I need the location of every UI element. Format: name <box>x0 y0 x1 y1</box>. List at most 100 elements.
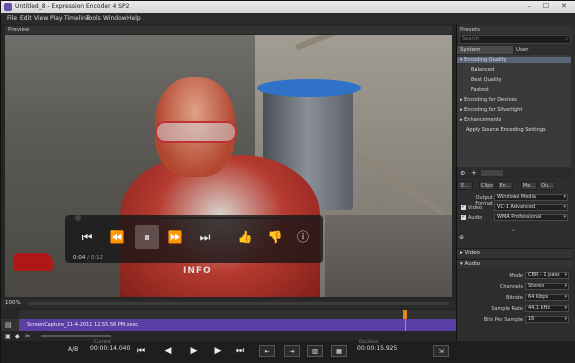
minimize-button[interactable]: – <box>521 2 537 11</box>
chevron-down-icon: ▾ <box>564 305 567 311</box>
menu-window[interactable]: Window <box>103 15 127 22</box>
tab-encode[interactable]: E... <box>457 181 473 190</box>
zoom-scrollbar[interactable] <box>29 302 449 305</box>
tree-item-silverlight[interactable]: ▸ Encoding for Silverlight <box>460 107 522 113</box>
menu-view[interactable]: View <box>34 15 48 22</box>
window-title: Untitled_8 - Expression Encoder 4 SP2 <box>15 3 130 10</box>
skip-start-icon[interactable]: ⏮ <box>75 225 99 249</box>
tree-item-best-quality[interactable]: Best Quality <box>471 77 502 83</box>
thumbs-up-icon[interactable]: 👍 <box>233 225 257 249</box>
thumbs-down-icon[interactable]: 👎 <box>263 225 287 249</box>
output-format-select[interactable]: Windows Media ▾ <box>494 194 568 201</box>
split-view-icon[interactable]: ▥ <box>307 345 323 357</box>
ab-toggle[interactable]: A/B <box>68 346 78 353</box>
menu-help[interactable]: Help <box>127 15 141 22</box>
player-time-current: 0:04 <box>73 255 86 261</box>
next-frame-icon[interactable]: ⏭ <box>233 345 247 357</box>
expand-icon[interactable]: ▸ <box>460 107 463 113</box>
menu-bar: File Edit View Play Timeline Tools Windo… <box>1 13 575 24</box>
tab-enhance[interactable]: En... <box>497 181 513 190</box>
pause-icon[interactable]: ⏸ <box>135 225 159 249</box>
expand-more-icon[interactable]: ⌄ <box>511 226 516 233</box>
chevron-down-icon: ▾ <box>564 316 567 322</box>
play-icon[interactable]: ▶ <box>187 345 201 357</box>
clip-icon[interactable]: ▣ <box>5 333 11 340</box>
playhead-marker[interactable] <box>403 310 407 319</box>
menu-play[interactable]: Play <box>50 15 63 22</box>
info-label[interactable]: INFO <box>183 266 212 276</box>
expand-icon[interactable]: ▸ <box>460 117 463 123</box>
video-checkbox[interactable]: ✓ <box>461 205 466 210</box>
apply-button[interactable] <box>481 170 503 176</box>
audio-section-header[interactable]: ▾ Audio <box>457 259 573 268</box>
chevron-down-icon: ▾ <box>563 194 566 200</box>
menu-file[interactable]: File <box>7 15 17 22</box>
mode-select[interactable]: CBR - 1 pass ▾ <box>525 272 569 279</box>
chevron-down-icon: ▾ <box>564 272 567 278</box>
tab-system[interactable]: System <box>457 46 513 54</box>
tree-item-balanced[interactable]: Balanced <box>471 67 494 73</box>
video-section-header[interactable]: ▸ Video <box>457 248 573 257</box>
skip-end-icon[interactable]: ⏭ <box>193 225 217 249</box>
maximize-button[interactable]: ☐ <box>538 2 554 11</box>
volume-slider[interactable] <box>41 335 111 337</box>
collapse-icon[interactable]: ▾ <box>460 57 463 63</box>
settings-icon[interactable]: ⚙ <box>460 170 465 177</box>
add-stream-icon[interactable]: ⊕ <box>459 234 464 241</box>
set-out-icon[interactable]: ⇥ <box>284 345 300 357</box>
zoom-level[interactable]: 100% <box>5 300 21 306</box>
split-icon[interactable]: ✂ <box>25 333 30 340</box>
film-strip-icon[interactable]: ▤ <box>5 321 12 329</box>
close-button[interactable]: ✕ <box>556 2 572 11</box>
steps <box>325 215 452 297</box>
bitrate-label: Bitrate <box>506 295 523 301</box>
end-time-caption: Duration <box>359 340 379 345</box>
end-time: 00:00:15.925 <box>357 345 398 352</box>
menu-edit[interactable]: Edit <box>20 15 32 22</box>
tree-item-enhancements[interactable]: ▸ Enhancements <box>460 117 501 123</box>
bitrate-select[interactable]: 64 Kbps ▾ <box>525 294 569 301</box>
sidebar-toggle-icon[interactable]: ⇲ <box>433 345 449 357</box>
audio-checkbox[interactable]: ✓ <box>461 215 466 220</box>
search-icon[interactable]: ⌕ <box>565 36 568 43</box>
previous-frame-icon[interactable]: ⏮ <box>134 345 148 357</box>
tab-user[interactable]: User <box>513 46 573 54</box>
tab-output[interactable]: Ou... <box>539 181 555 190</box>
mode-label: Mode <box>509 273 523 279</box>
player-time: 0:04 / 0:12 <box>73 255 103 261</box>
presets-search-input[interactable]: Search ⌕ <box>459 35 571 44</box>
channels-select[interactable]: Stereo ▾ <box>525 283 569 290</box>
rewind-icon[interactable]: ⏪ <box>105 225 129 249</box>
goggles <box>155 121 237 143</box>
menu-tools[interactable]: Tools <box>86 15 101 22</box>
toy-car <box>13 253 53 271</box>
app-window: Untitled_8 - Expression Encoder 4 SP2 – … <box>0 0 575 363</box>
chevron-down-icon: ▾ <box>564 283 567 289</box>
bits-per-sample-select[interactable]: 16 ▾ <box>525 316 569 323</box>
expand-icon[interactable]: ▸ <box>460 97 463 103</box>
app-icon <box>4 3 12 11</box>
tree-item-apply-source[interactable]: Apply Source Encoding Settings <box>466 127 546 133</box>
track-tools: ▤ <box>1 319 19 331</box>
marker-add-icon[interactable]: ▦ <box>331 345 347 357</box>
video-codec-select[interactable]: VC-1 Advanced ▾ <box>494 204 568 211</box>
marker-icon[interactable]: ◆ <box>15 333 20 340</box>
video-label: Video <box>468 205 483 211</box>
fast-forward-icon[interactable]: ⏩ <box>163 225 187 249</box>
step-forward-icon[interactable]: ▶ <box>211 345 225 357</box>
tab-metadata[interactable]: Me... <box>521 181 537 190</box>
tree-item-devices[interactable]: ▸ Encoding for Devices <box>460 97 517 103</box>
set-in-icon[interactable]: ⇤ <box>259 345 275 357</box>
tab-clips[interactable]: Clips <box>479 181 495 190</box>
add-icon[interactable]: + <box>471 169 477 177</box>
step-back-icon[interactable]: ◀ <box>161 345 175 357</box>
chevron-down-icon: ▾ <box>563 204 566 210</box>
audio-codec-select[interactable]: WMA Professional ▾ <box>494 214 568 221</box>
info-icon[interactable]: ⓘ <box>291 225 315 249</box>
video-track[interactable]: ScreenCapture_11-4-2011 12.55.56 PM.xesc <box>19 319 456 331</box>
tree-item-fastest[interactable]: Fastest <box>471 87 489 93</box>
search-placeholder: Search <box>462 36 480 42</box>
timeline-ruler[interactable] <box>19 310 456 319</box>
sample-rate-select[interactable]: 44.1 kHz ▾ <box>525 305 569 312</box>
tree-item-encoding-quality[interactable]: ▾ Encoding Quality <box>457 57 571 63</box>
